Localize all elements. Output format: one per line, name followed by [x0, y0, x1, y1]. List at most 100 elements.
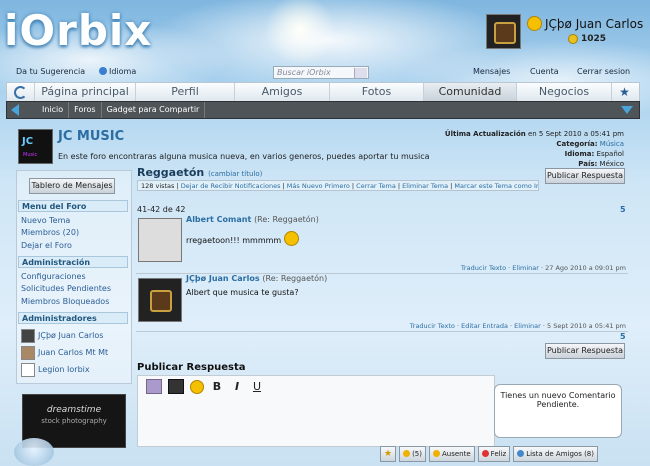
subnav-home[interactable]: Inicio	[37, 102, 70, 118]
search-icon[interactable]	[354, 68, 367, 78]
image-icon[interactable]	[146, 379, 162, 394]
admin-avatar[interactable]	[21, 346, 35, 360]
admin-link-3[interactable]: Legion Iorbix	[38, 365, 90, 374]
logout-link[interactable]: Cerrar sesion	[577, 67, 630, 76]
status-icon	[433, 450, 440, 457]
tab-business[interactable]: Negocios	[517, 83, 612, 101]
admins-header: Administradores	[18, 312, 128, 324]
newest-first-link[interactable]: Más Nuevo Primero	[287, 182, 350, 190]
post-avatar[interactable]	[138, 218, 182, 262]
folder-icon	[403, 450, 411, 457]
unsubscribe-link[interactable]: Dejar de Recibir Notificaciones	[181, 182, 281, 190]
tab-photos[interactable]: Fotos	[330, 83, 424, 101]
points-display: 1025	[568, 34, 606, 44]
forum-description: En este foro encontraras alguna musica n…	[58, 152, 430, 161]
forum-title[interactable]: JC MUSIC	[58, 129, 124, 144]
subnav-gadget[interactable]: Gadget para Compartir	[102, 102, 206, 118]
pending-requests-link[interactable]: Solicitudes Pendientes	[21, 284, 111, 293]
search-input[interactable]: Buscar iOrbix	[273, 66, 369, 79]
user-name[interactable]: JÇþø Juan Carlos	[545, 17, 643, 31]
blocked-members-link[interactable]: Miembros Bloqueados	[21, 297, 109, 306]
menu-header: Menu del Foro	[18, 200, 128, 212]
post-body: Albert que musica te gusta?	[186, 288, 299, 297]
message-board-button[interactable]: Tablero de Mensajes	[29, 178, 115, 194]
post-avatar[interactable]	[138, 278, 182, 322]
mood-icon	[481, 450, 489, 457]
members-link[interactable]: Miembros (20)	[21, 228, 79, 237]
user-avatar[interactable]	[486, 14, 521, 49]
admin-link-1[interactable]: JÇþø Juan Carlos	[38, 331, 103, 340]
post-author[interactable]: Albert Comant (Re: Reggaetón)	[186, 215, 319, 224]
friends-icon	[517, 450, 525, 457]
post-actions[interactable]: Traducir Texto · Eliminar	[461, 264, 539, 272]
subnav-forums[interactable]: Foros	[69, 102, 102, 118]
post-body: rregaetoon!!! mmmmm	[186, 231, 299, 246]
thread-actions: 128 vistas | Dejar de Recibir Notificaci…	[137, 180, 539, 191]
reply-title: Publicar Respuesta	[137, 362, 246, 373]
mark-important-link[interactable]: Marcar este Tema como Importante	[454, 182, 538, 190]
post-author[interactable]: JÇþø Juan Carlos (Re: Reggaetón)	[186, 274, 327, 283]
tab-profile[interactable]: Perfil	[136, 83, 235, 101]
tab-community[interactable]: Comunidad	[424, 83, 517, 101]
notification-popup[interactable]: Tienes un nuevo Comentario Pendiente.	[494, 384, 622, 438]
smiley-icon	[527, 16, 542, 31]
admin-avatar[interactable]	[21, 363, 35, 377]
main-nav: Página principal Perfil Amigos Fotos Com…	[6, 82, 640, 102]
post-footer: Traducir Texto · Editar Entrada · Elimin…	[409, 322, 626, 330]
status-button[interactable]: Ausente	[429, 446, 475, 462]
underline-button[interactable]: U	[250, 380, 264, 393]
notifications-button[interactable]: (5)	[399, 446, 426, 462]
post-count: 41-42 de 42	[137, 205, 186, 214]
favorites-button[interactable]: ★	[380, 446, 397, 462]
thread-title: Reggaetón (cambiar título)	[137, 166, 263, 179]
admin-header: Administración	[18, 256, 128, 268]
post-actions[interactable]: Traducir Texto · Editar Entrada · Elimin…	[410, 322, 541, 330]
video-icon[interactable]	[168, 379, 184, 394]
italic-button[interactable]: I	[230, 380, 244, 393]
post-footer: Traducir Texto · Eliminar · 27 Ago 2010 …	[460, 264, 626, 272]
account-link[interactable]: Cuenta	[530, 67, 559, 76]
sub-nav: Inicio Foros Gadget para Compartir	[6, 101, 640, 119]
change-title-link[interactable]: (cambiar título)	[208, 170, 262, 178]
iorbix-orb-icon[interactable]	[14, 438, 54, 466]
admin-avatar[interactable]	[21, 329, 35, 343]
tab-home[interactable]: Página principal	[35, 83, 136, 101]
publish-reply-button-top[interactable]: Publicar Respuesta	[545, 168, 625, 184]
favorite-button[interactable]: ★	[612, 83, 637, 101]
reply-editor[interactable]: B I U	[137, 375, 495, 447]
close-topic-link[interactable]: Cerrar Tema	[356, 182, 396, 190]
refresh-icon	[14, 86, 27, 99]
bold-button[interactable]: B	[210, 380, 224, 393]
leave-forum-link[interactable]: Dejar el Foro	[21, 241, 72, 250]
settings-link[interactable]: Configuraciones	[21, 272, 86, 281]
page-link-bottom[interactable]: 5	[620, 332, 626, 341]
bottom-toolbar: ★ (5) Ausente Feliz Lista de Amigos (8)	[380, 446, 630, 462]
publish-reply-button-bottom[interactable]: Publicar Respuesta	[545, 343, 625, 359]
language-link[interactable]: Idioma	[99, 67, 136, 76]
new-topic-link[interactable]: Nuevo Tema	[21, 216, 70, 225]
mood-button[interactable]: Feliz	[477, 446, 511, 462]
admin-link-2[interactable]: Juan Carlos Mt Mt	[38, 348, 108, 357]
emoticon-icon[interactable]	[190, 379, 204, 394]
delete-topic-link[interactable]: Eliminar Tema	[402, 182, 448, 190]
expand-down-icon[interactable]	[621, 106, 633, 114]
emoticon-icon	[283, 231, 299, 246]
globe-icon	[99, 67, 107, 75]
suggest-link[interactable]: Da tu Sugerencia	[16, 67, 85, 76]
category-link[interactable]: Música	[600, 140, 624, 148]
iorbix-logo[interactable]: iOrbix	[4, 6, 152, 55]
tab-friends[interactable]: Amigos	[235, 83, 330, 101]
divider	[136, 331, 628, 332]
messages-link[interactable]: Mensajes	[473, 67, 510, 76]
forum-logo: JC Music	[18, 129, 53, 164]
points-value: 1025	[581, 34, 607, 44]
refresh-button[interactable]	[7, 83, 35, 101]
forum-meta: Última Actualización en 5 Sept 2010 a 05…	[444, 130, 624, 168]
friends-list-button[interactable]: Lista de Amigos (8)	[513, 446, 598, 462]
coin-icon	[568, 34, 578, 44]
star-icon: ★	[619, 85, 630, 99]
star-icon: ★	[384, 449, 393, 459]
user-name-area[interactable]: JÇþø Juan Carlos	[527, 16, 643, 31]
page-link-top[interactable]: 5	[620, 205, 626, 214]
scroll-left-icon[interactable]	[11, 104, 19, 116]
